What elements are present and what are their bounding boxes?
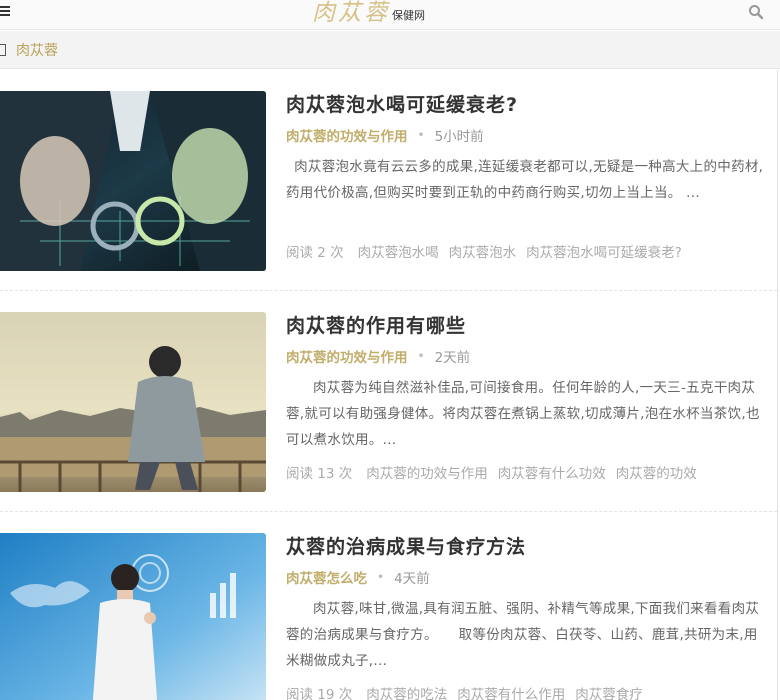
article-tag[interactable]: 肉苁蓉的吃法 (366, 683, 447, 700)
search-icon[interactable] (748, 4, 764, 20)
article-category[interactable]: 肉苁蓉怎么吃 (286, 567, 367, 587)
meta-separator: • (377, 570, 385, 584)
article-tag[interactable]: 肉苁蓉泡水 (449, 241, 517, 261)
meta-separator: • (417, 128, 425, 142)
home-icon[interactable] (0, 43, 6, 56)
article-footer: 阅读 13 次 肉苁蓉的功效与作用 肉苁蓉有什么功效 肉苁蓉的功效 (286, 462, 707, 482)
article-tag[interactable]: 肉苁蓉的功效与作用 (366, 462, 488, 482)
article-meta: 肉苁蓉怎么吃 • 4天前 (286, 567, 430, 587)
article-meta: 肉苁蓉的功效与作用 • 5小时前 (286, 125, 484, 145)
article-title[interactable]: 苁蓉的治病成果与食疗方法 (286, 532, 526, 559)
breadcrumb-current[interactable]: 肉苁蓉 (16, 40, 58, 60)
site-header: 肉苁蓉 保健网 (0, 0, 780, 30)
article-title[interactable]: 肉苁蓉泡水喝可延缓衰老? (286, 90, 518, 117)
list-item: 肉苁蓉泡水喝可延缓衰老? 肉苁蓉的功效与作用 • 5小时前 肉苁蓉泡水竟有云云多… (0, 70, 777, 291)
article-footer: 阅读 19 次 肉苁蓉的吃法 肉苁蓉有什么作用 肉苁蓉食疗 (286, 683, 653, 700)
site-logo[interactable]: 肉苁蓉 保健网 (312, 0, 425, 26)
article-tag[interactable]: 肉苁蓉有什么功效 (498, 462, 606, 482)
article-title[interactable]: 肉苁蓉的作用有哪些 (286, 311, 466, 338)
article-excerpt: 肉苁蓉为纯自然滋补佳品,可间接食用。任何年龄的人,一天三-五克干肉苁蓉,就可以有… (286, 380, 760, 448)
read-count: 阅读 13 次 (286, 466, 353, 482)
article-thumbnail[interactable] (0, 533, 266, 700)
article-tag[interactable]: 肉苁蓉食疗 (575, 683, 643, 700)
list-item: 苁蓉的治病成果与食疗方法 肉苁蓉怎么吃 • 4天前 肉苁蓉,味甘,微温,具有润五… (0, 512, 777, 700)
breadcrumb: 肉苁蓉 (0, 31, 780, 69)
menu-icon[interactable] (0, 6, 10, 18)
article-tag[interactable]: 肉苁蓉泡水喝可延缓衰老? (526, 241, 682, 261)
article-excerpt: 肉苁蓉,味甘,微温,具有润五脏、强阴、补精气等成果,下面我们来看看肉苁蓉的治病成… (286, 601, 760, 669)
read-count: 阅读 19 次 (286, 687, 353, 700)
article-category[interactable]: 肉苁蓉的功效与作用 (286, 346, 408, 366)
article-thumbnail[interactable] (0, 91, 266, 271)
article-tag[interactable]: 肉苁蓉的功效 (616, 462, 697, 482)
logo-main-text: 肉苁蓉 (312, 0, 390, 26)
list-item: 肉苁蓉的作用有哪些 肉苁蓉的功效与作用 • 2天前 肉苁蓉为纯自然滋补佳品,可间… (0, 291, 777, 512)
article-tag[interactable]: 肉苁蓉泡水喝 (358, 241, 439, 261)
meta-separator: • (417, 349, 425, 363)
article-excerpt: 肉苁蓉泡水竟有云云多的成果,连延缓衰老都可以,无疑是一种高大上的中药材,药用代价… (286, 159, 764, 201)
article-footer: 阅读 2 次 肉苁蓉泡水喝 肉苁蓉泡水 肉苁蓉泡水喝可延缓衰老? (286, 241, 692, 261)
article-time: 5小时前 (434, 129, 484, 145)
logo-sub-text: 保健网 (392, 9, 425, 22)
article-tag[interactable]: 肉苁蓉有什么作用 (457, 683, 565, 700)
read-count: 阅读 2 次 (286, 245, 344, 261)
article-category[interactable]: 肉苁蓉的功效与作用 (286, 125, 408, 145)
article-time: 4天前 (394, 571, 430, 587)
article-meta: 肉苁蓉的功效与作用 • 2天前 (286, 346, 470, 366)
article-thumbnail[interactable] (0, 312, 266, 492)
article-time: 2天前 (434, 350, 471, 366)
article-list: 肉苁蓉泡水喝可延缓衰老? 肉苁蓉的功效与作用 • 5小时前 肉苁蓉泡水竟有云云多… (0, 70, 778, 700)
